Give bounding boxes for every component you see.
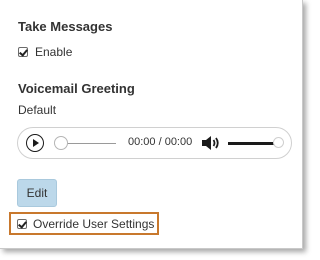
override-label: Override User Settings — [33, 216, 155, 231]
settings-panel: Take Messages Enable Voicemail Greeting … — [0, 0, 303, 249]
time-display: 00:00 / 00:00 — [128, 136, 193, 148]
greeting-value: Default — [18, 103, 57, 117]
take-messages-title: Take Messages — [18, 19, 113, 34]
override-user-settings-row[interactable]: Override User Settings — [9, 212, 159, 235]
volume-knob[interactable] — [273, 137, 284, 148]
voicemail-greeting-title: Voicemail Greeting — [18, 81, 135, 96]
speaker-volume-icon[interactable] — [201, 135, 221, 151]
edit-button[interactable]: Edit — [17, 179, 57, 207]
override-checkbox[interactable] — [17, 218, 27, 229]
volume-track[interactable] — [228, 142, 274, 145]
enable-label: Enable — [35, 45, 73, 59]
enable-checkbox-row[interactable]: Enable — [18, 45, 72, 59]
progress-track[interactable] — [60, 143, 116, 144]
progress-knob[interactable] — [54, 136, 68, 150]
play-icon[interactable] — [26, 134, 44, 152]
audio-player: 00:00 / 00:00 — [17, 127, 292, 159]
enable-checkbox[interactable] — [18, 47, 28, 57]
